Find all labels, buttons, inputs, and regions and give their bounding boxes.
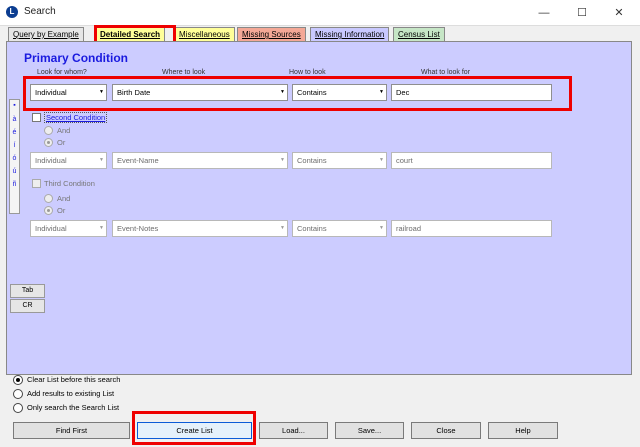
char-button[interactable]: ú — [10, 168, 19, 175]
help-button[interactable]: Help — [488, 422, 558, 439]
third-what-input[interactable]: railroad — [391, 220, 552, 237]
tab-query-by-example[interactable]: Query by Example — [8, 27, 84, 41]
close-window-button[interactable]: ✕ — [601, 3, 637, 23]
char-button[interactable]: í — [10, 142, 19, 149]
third-where-select[interactable]: Event-Notes ▼ — [112, 220, 288, 237]
second-how-select[interactable]: Contains ▼ — [292, 152, 387, 169]
chevron-down-icon: ▼ — [278, 85, 287, 100]
search-window: Query by Example Detailed Search Miscell… — [0, 25, 640, 447]
special-character-bar: ▪ à é í ó ú ñ — [9, 99, 20, 214]
second-and-label: And — [57, 126, 71, 135]
tab-missing-sources[interactable]: Missing Sources — [237, 27, 306, 41]
chevron-down-icon: ▼ — [97, 85, 106, 100]
second-and-radio[interactable] — [44, 126, 53, 135]
second-condition-checkbox[interactable] — [32, 113, 41, 122]
char-button[interactable]: ñ — [10, 181, 19, 188]
third-condition-label: Third Condition — [44, 179, 95, 188]
add-results-radio[interactable] — [13, 389, 23, 399]
app-icon: L — [6, 6, 18, 18]
tab-missing-information[interactable]: Missing Information — [310, 27, 390, 41]
third-how-select[interactable]: Contains ▼ — [292, 220, 387, 237]
tab-strip: Query by Example Detailed Search Miscell… — [0, 26, 640, 41]
close-button[interactable]: Close — [411, 422, 481, 439]
primary-condition-heading: Primary Condition — [24, 51, 129, 65]
col-header-where: Where to look — [162, 69, 206, 76]
find-first-button[interactable]: Find First — [13, 422, 130, 439]
detailed-search-panel: Primary Condition Look for whom? Where t… — [6, 41, 632, 375]
second-whom-select[interactable]: Individual ▼ — [30, 152, 107, 169]
third-or-radio[interactable] — [44, 206, 53, 215]
chevron-down-icon: ▼ — [278, 153, 287, 168]
tab-key-button[interactable]: Tab — [10, 284, 45, 298]
chevron-down-icon: ▼ — [97, 153, 106, 168]
title-bar: L Search — ☐ ✕ — [0, 0, 640, 26]
chevron-down-icon: ▼ — [377, 153, 386, 168]
create-list-button[interactable]: Create List — [137, 422, 252, 439]
clear-list-radio[interactable] — [13, 375, 23, 385]
char-button[interactable]: é — [10, 129, 19, 136]
third-and-label: And — [57, 194, 71, 203]
load-button[interactable]: Load... — [259, 422, 328, 439]
char-button[interactable]: à — [10, 116, 19, 123]
tab-detailed-search[interactable]: Detailed Search — [95, 27, 166, 41]
third-or-label: Or — [57, 206, 66, 215]
third-condition-checkbox[interactable] — [32, 179, 41, 188]
primary-how-select[interactable]: Contains ▼ — [292, 84, 387, 101]
col-header-what: What to look for — [421, 69, 471, 76]
second-where-select[interactable]: Event-Name ▼ — [112, 152, 288, 169]
char-button[interactable]: ▪ — [10, 102, 19, 109]
third-and-radio[interactable] — [44, 194, 53, 203]
tab-census-list[interactable]: Census List — [393, 27, 445, 41]
tab-miscellaneous[interactable]: Miscellaneous — [174, 27, 235, 41]
col-header-how: How to look — [289, 69, 326, 76]
second-what-input[interactable]: court — [391, 152, 552, 169]
chevron-down-icon: ▼ — [278, 221, 287, 236]
chevron-down-icon: ▼ — [377, 221, 386, 236]
char-button[interactable]: ó — [10, 155, 19, 162]
window-title: Search — [24, 6, 56, 17]
third-whom-select[interactable]: Individual ▼ — [30, 220, 107, 237]
chevron-down-icon: ▼ — [97, 221, 106, 236]
primary-what-input[interactable]: Dec — [391, 84, 552, 101]
cr-key-button[interactable]: CR — [10, 299, 45, 313]
maximize-button[interactable]: ☐ — [564, 3, 600, 23]
second-condition-label[interactable]: Second Condition — [44, 112, 108, 123]
primary-whom-select[interactable]: Individual ▼ — [30, 84, 107, 101]
minimize-button[interactable]: — — [526, 3, 562, 23]
second-or-radio[interactable] — [44, 138, 53, 147]
col-header-whom: Look for whom? — [37, 69, 87, 76]
primary-where-select[interactable]: Birth Date ▼ — [112, 84, 288, 101]
chevron-down-icon: ▼ — [377, 85, 386, 100]
only-search-list-radio[interactable] — [13, 403, 23, 413]
second-or-label: Or — [57, 138, 66, 147]
save-button[interactable]: Save... — [335, 422, 404, 439]
